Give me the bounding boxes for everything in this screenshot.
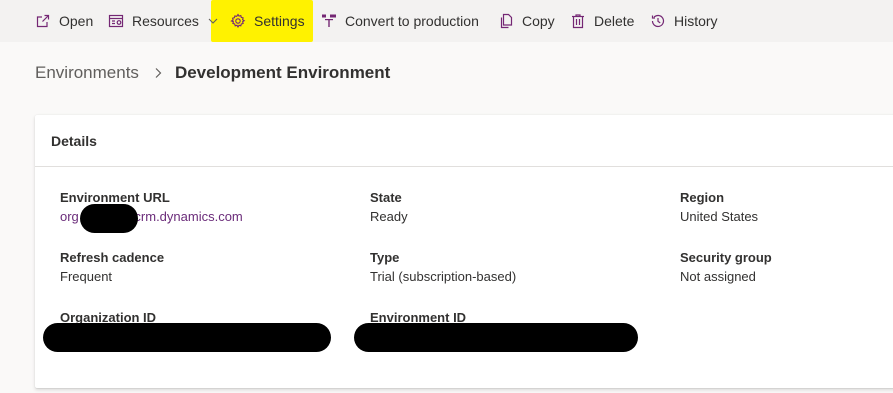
command-bar: Open Resources Settings Convert to produ… bbox=[0, 0, 893, 42]
redaction-mark bbox=[43, 323, 331, 352]
state-field: State Ready bbox=[370, 189, 408, 227]
type-field: Type Trial (subscription-based) bbox=[370, 249, 516, 287]
resources-menu-button[interactable]: Resources bbox=[108, 0, 219, 42]
settings-label: Settings bbox=[254, 13, 305, 29]
state-label: State bbox=[370, 190, 402, 205]
security-group-label: Security group bbox=[680, 250, 772, 265]
environment-url-prefix: org bbox=[60, 209, 79, 224]
history-label: History bbox=[674, 13, 718, 29]
convert-icon bbox=[321, 13, 337, 29]
details-title: Details bbox=[51, 133, 97, 149]
breadcrumb-environments-link[interactable]: Environments bbox=[35, 63, 139, 83]
open-label: Open bbox=[59, 13, 94, 29]
history-button[interactable]: History bbox=[650, 0, 718, 42]
environment-url-label: Environment URL bbox=[60, 190, 170, 205]
security-group-field: Security group Not assigned bbox=[680, 249, 772, 287]
breadcrumb: Environments Development Environment bbox=[35, 62, 390, 84]
type-value: Trial (subscription-based) bbox=[370, 269, 517, 284]
region-label: Region bbox=[680, 190, 725, 205]
gear-icon bbox=[230, 13, 246, 29]
refresh-cadence-field: Refresh cadence Frequent bbox=[60, 249, 164, 287]
convert-label: Convert to production bbox=[345, 13, 479, 29]
details-card: Details Environment URL org .crm.dynamics… bbox=[35, 115, 893, 388]
environment-url-suffix: .crm.dynamics.com bbox=[130, 209, 243, 224]
chevron-down-icon bbox=[207, 15, 219, 27]
refresh-cadence-label: Refresh cadence bbox=[60, 250, 165, 265]
page-title: Development Environment bbox=[174, 63, 391, 82]
copy-label: Copy bbox=[522, 13, 555, 29]
delete-button[interactable]: Delete bbox=[570, 0, 634, 42]
copy-button[interactable]: Copy bbox=[498, 0, 555, 42]
region-value: United States bbox=[680, 209, 759, 224]
resources-label: Resources bbox=[132, 13, 199, 29]
trash-icon bbox=[570, 13, 586, 29]
security-group-value: Not assigned bbox=[680, 269, 756, 284]
region-field: Region United States bbox=[680, 189, 758, 227]
chevron-right-icon bbox=[153, 67, 163, 79]
type-label: Type bbox=[370, 250, 400, 265]
history-icon bbox=[650, 13, 666, 29]
open-external-icon bbox=[35, 13, 51, 29]
settings-button[interactable]: Settings bbox=[230, 0, 305, 42]
state-value: Ready bbox=[370, 209, 408, 224]
resources-icon bbox=[108, 13, 124, 29]
details-card-header: Details bbox=[35, 115, 893, 167]
convert-to-production-button[interactable]: Convert to production bbox=[321, 0, 479, 42]
redaction-mark bbox=[354, 323, 638, 352]
open-button[interactable]: Open bbox=[35, 0, 93, 42]
copy-icon bbox=[498, 13, 514, 29]
delete-label: Delete bbox=[594, 13, 635, 29]
refresh-cadence-value: Frequent bbox=[60, 269, 113, 284]
redaction-mark bbox=[80, 204, 138, 233]
